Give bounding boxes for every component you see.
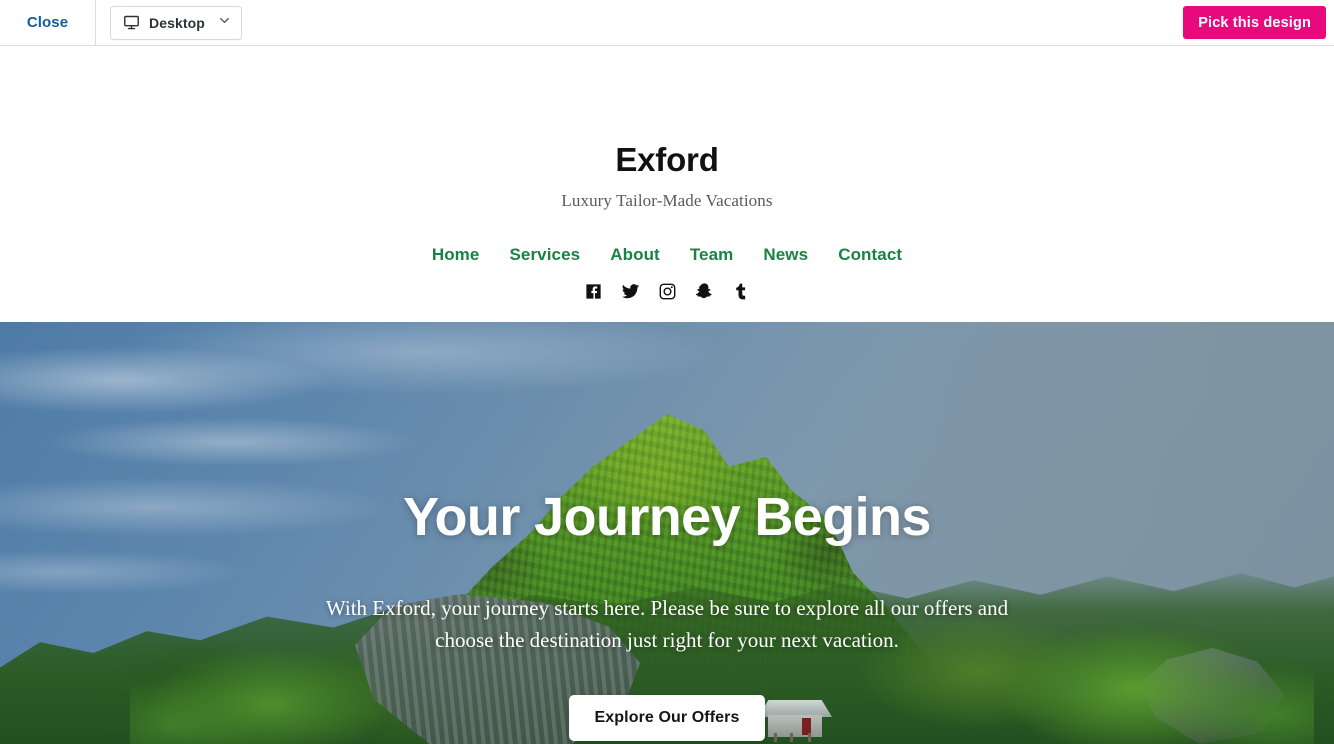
primary-navigation: Home Services About Team News Contact — [0, 245, 1334, 265]
site-header: Exford Luxury Tailor-Made Vacations Home… — [0, 46, 1334, 322]
nav-item-about[interactable]: About — [595, 245, 675, 265]
snapchat-icon[interactable] — [695, 282, 714, 301]
tumblr-icon[interactable] — [732, 282, 751, 301]
monitor-icon — [123, 14, 140, 31]
nav-item-contact[interactable]: Contact — [823, 245, 917, 265]
device-selector-wrap: Desktop — [96, 5, 242, 40]
site-preview-frame: Exford Luxury Tailor-Made Vacations Home… — [0, 46, 1334, 744]
instagram-icon[interactable] — [658, 282, 677, 301]
hero-body-text: With Exford, your journey starts here. P… — [325, 595, 1009, 652]
hero-heading: Your Journey Begins — [403, 487, 931, 547]
close-button[interactable]: Close — [0, 0, 96, 45]
explore-our-offers-button[interactable]: Explore Our Offers — [568, 694, 766, 741]
preview-toolbar: Close Desktop Pick this design — [0, 0, 1334, 46]
pick-this-design-button[interactable]: Pick this design — [1183, 6, 1326, 39]
twitter-icon[interactable] — [621, 282, 640, 301]
device-selector[interactable]: Desktop — [110, 5, 242, 40]
hero-content: Your Journey Begins With Exford, your jo… — [0, 322, 1334, 741]
chevron-down-icon — [218, 14, 231, 32]
site-tagline: Luxury Tailor-Made Vacations — [561, 191, 773, 211]
facebook-icon[interactable] — [584, 282, 603, 301]
social-links — [0, 282, 1334, 301]
nav-item-team[interactable]: Team — [675, 245, 749, 265]
device-selector-label: Desktop — [149, 14, 205, 31]
nav-item-home[interactable]: Home — [417, 245, 495, 265]
nav-item-news[interactable]: News — [748, 245, 823, 265]
hero-section: Your Journey Begins With Exford, your jo… — [0, 322, 1334, 744]
site-title: Exford — [615, 141, 719, 178]
nav-item-services[interactable]: Services — [494, 245, 595, 265]
